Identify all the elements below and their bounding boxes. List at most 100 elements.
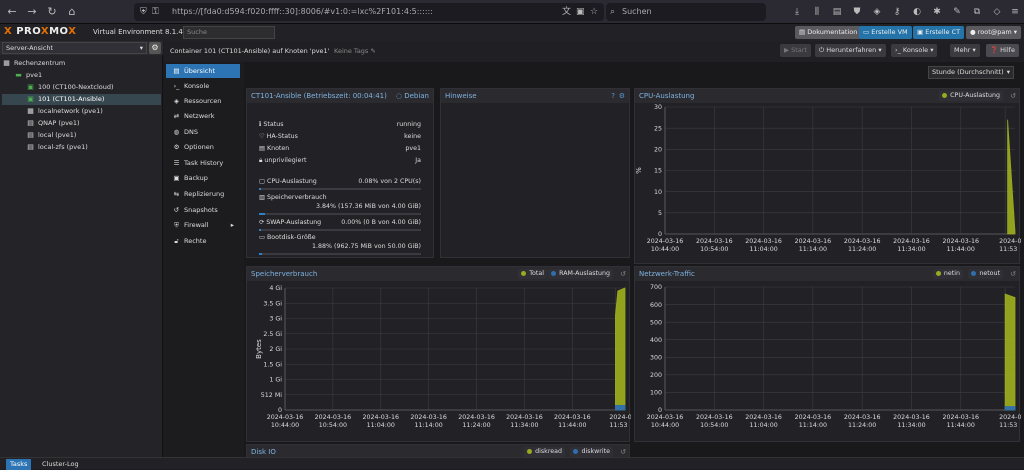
y-tick-label: 512 Mi — [261, 392, 282, 399]
tree-node-ct100[interactable]: ▣ 100 (CT100-Nextcloud) — [2, 82, 161, 93]
lock-icon[interactable]: ⚿ — [152, 3, 159, 21]
nav-network[interactable]: ⇄ Netzwerk — [166, 109, 240, 123]
x-tick-label: 11:04:00 — [749, 246, 777, 253]
documentation-button[interactable]: ▤ Dokumentation — [795, 26, 862, 39]
nav-firewall[interactable]: ⛨ Firewall ▸ — [166, 218, 240, 232]
legend-item-diskread[interactable]: diskread — [524, 447, 565, 457]
reader-icon[interactable]: ▣ — [576, 3, 585, 21]
account-icon[interactable]: ◐ — [910, 5, 924, 19]
x-tick-label: 11:34:00 — [897, 422, 925, 429]
view-select[interactable]: Server-Ansicht ▾ — [2, 42, 147, 54]
nav-task-history[interactable]: ☰ Task History — [166, 156, 240, 170]
menu-icon[interactable]: ≡ — [1008, 5, 1022, 19]
bootdisk-row: ▭ Bootdisk-Größe — [259, 234, 316, 241]
x-tick-label: 2024-03-16 — [362, 414, 399, 421]
y-tick-label: 300 — [650, 354, 662, 361]
legend-item-diskwrite[interactable]: diskwrite — [570, 447, 613, 457]
more-button[interactable]: Mehr ▾ — [950, 44, 980, 57]
translate-icon[interactable]: 文 — [562, 3, 571, 21]
nav-console[interactable]: ›_ Konsole — [166, 79, 240, 93]
extension-icon[interactable]: ✱ — [930, 5, 944, 19]
user-icon: ● — [970, 28, 978, 36]
heartbeat-icon: ♡ — [259, 133, 267, 140]
bootdisk-value-row: 1.88% (962.75 MiB von 50.00 GiB) — [311, 243, 421, 250]
download-icon[interactable]: ⤓ — [790, 5, 804, 19]
tree-node-ct101[interactable]: ▣ 101 (CT101-Ansible) — [2, 94, 161, 105]
series-area-netin — [1004, 293, 1016, 411]
x-tick-label: 11:44:00 — [558, 422, 586, 429]
tree-node-datacenter[interactable]: ▦ Rechenzentrum — [2, 58, 161, 69]
tree-node-local-zfs[interactable]: ▤ local-zfs (pve1) — [2, 142, 161, 153]
x-tick-label: 11:34:00 — [897, 246, 925, 253]
create-ct-button[interactable]: ▣ Erstelle CT — [913, 26, 965, 39]
reload-icon[interactable]: ↻ — [44, 4, 60, 20]
forward-icon[interactable]: → — [24, 4, 40, 20]
help-icon: ❓ — [990, 46, 1001, 54]
content-nav: ▤ Übersicht ›_ Konsole ◈ Ressourcen ⇄ Netzwe… — [164, 62, 242, 457]
pve-header: X PROXMOX Virtual Environment 8.1.4 Such… — [0, 24, 1024, 41]
back-icon[interactable]: ← — [4, 4, 20, 20]
shield-icon[interactable]: ⛨ — [140, 3, 147, 21]
x-tick-label: 2024-03-16 — [696, 414, 733, 421]
ublock-icon[interactable]: ⛊ — [850, 5, 864, 19]
y-tick-label: 25 — [654, 125, 662, 132]
cpu-usage-bar — [259, 188, 421, 190]
y-tick-label: 500 — [650, 319, 662, 326]
pve-search-input[interactable]: Suche — [183, 26, 275, 39]
nav-replication[interactable]: ⇆ Replizierung — [166, 187, 240, 201]
x-tick-label: 11:24:00 — [848, 422, 876, 429]
network-grid-icon: ▦ — [27, 107, 34, 115]
hdd-icon: ▭ — [259, 234, 267, 241]
status-title: CT101-Ansible (Betriebszeit: 00:04:41) — [251, 92, 387, 100]
nav-dns[interactable]: ◍ DNS — [166, 125, 240, 139]
shutdown-button[interactable]: ⏻ Herunterfahren ▾ — [815, 44, 886, 57]
tree-node-localnetwork[interactable]: ▦ localnetwork (pve1) — [2, 106, 161, 117]
gear-icon[interactable]: ⚙ — [149, 42, 161, 54]
shield-icon[interactable]: ◇ — [990, 5, 1004, 19]
console-button[interactable]: ›_ Konsole ▾ — [891, 44, 938, 57]
x-tick-label: 2024-03-16 — [844, 238, 881, 245]
x-tick-label: 2024-03-16 — [844, 414, 881, 421]
help-icon[interactable]: ? — [611, 89, 615, 103]
nav-resources[interactable]: ◈ Ressourcen — [166, 94, 240, 108]
terminal-icon: ›_ — [895, 46, 903, 54]
tags-label[interactable]: Keine Tags ✎ — [334, 47, 376, 55]
extension-icon[interactable]: ✎ — [950, 5, 964, 19]
x-tick-label: 10:54:00 — [319, 422, 347, 429]
tree-node-qnap[interactable]: ▤ QNAP (pve1) — [2, 118, 161, 129]
tree-node-local[interactable]: ▤ local (pve1) — [2, 130, 161, 141]
extension-icon[interactable]: ◈ — [870, 5, 884, 19]
tab-cluster-log[interactable]: Cluster-Log — [38, 459, 83, 470]
nav-snapshots[interactable]: ↺ Snapshots — [166, 203, 240, 217]
puzzle-icon[interactable]: ⧉ — [970, 5, 984, 19]
gear-icon[interactable]: ⚙ — [619, 89, 625, 103]
browser-search-input[interactable]: ⌕ Suchen — [606, 3, 766, 21]
start-button[interactable]: ▶ Start — [780, 44, 811, 57]
x-tick-label: 10:44:00 — [651, 422, 679, 429]
status-panel: CT101-Ansible (Betriebszeit: 00:04:41) ◌… — [246, 88, 434, 258]
x-tick-label: 10:54:00 — [700, 246, 728, 253]
nav-summary[interactable]: ▤ Übersicht — [166, 64, 240, 78]
url-bar[interactable]: ⛨ ⚿ https://[fda0:d594:f020:ffff::30]:80… — [134, 3, 604, 21]
home-icon[interactable]: ⌂ — [64, 4, 80, 20]
bookmark-star-icon[interactable]: ☆ — [590, 3, 598, 21]
tree-node-pve1[interactable]: ▬ pve1 — [2, 70, 161, 81]
password-icon[interactable]: ⚷ — [890, 5, 904, 19]
status-panel-header: CT101-Ansible (Betriebszeit: 00:04:41) ◌… — [247, 89, 433, 103]
create-vm-button[interactable]: ▭ Erstelle VM — [859, 26, 912, 39]
content-area: Container 101 (CT101-Ansible) auf Knoten… — [164, 41, 1024, 459]
tab-tasks[interactable]: Tasks — [6, 459, 32, 470]
timeframe-select[interactable]: Stunde (Durchschnitt) ▾ — [928, 66, 1014, 79]
pencil-icon[interactable]: ✎ — [370, 47, 375, 55]
browser-search-placeholder: Suchen — [622, 7, 652, 16]
nav-backup[interactable]: ▣ Backup — [166, 171, 240, 185]
user-menu-button[interactable]: ● root@pam ▾ — [966, 26, 1022, 39]
nav-permissions[interactable]: 🔓︎ Rechte — [166, 234, 240, 248]
content-toolbar: Container 101 (CT101-Ansible) auf Knoten… — [164, 41, 1024, 62]
library-icon[interactable]: ⫼ — [810, 5, 824, 19]
x-tick-label: 2024-03-16 — [506, 414, 543, 421]
search-icon: ⌕ — [610, 7, 616, 17]
nav-options[interactable]: ⚙ Optionen — [166, 140, 240, 154]
help-button[interactable]: ❓ Hilfe — [986, 44, 1019, 57]
sidebar-icon[interactable]: ▤ — [830, 5, 844, 19]
